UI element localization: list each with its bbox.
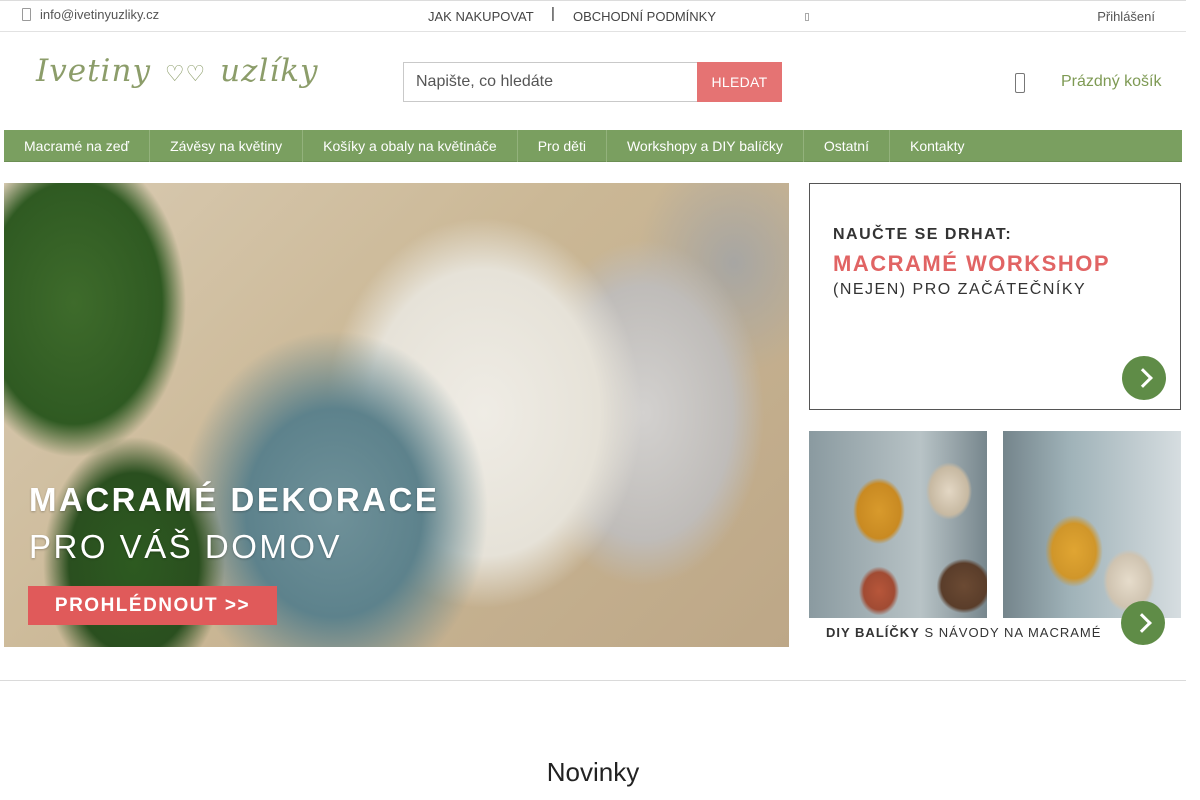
hero-subtitle: PRO VÁŠ DOMOV [29,528,343,565]
hero-banner[interactable]: MACRAMÉ DEKORACE PRO VÁŠ DOMOV PROHLÉDNO… [4,183,789,647]
hero-browse-button[interactable]: PROHLÉDNOUT >> [28,586,277,625]
promo-diy[interactable]: DIY BALÍČKY S NÁVODY NA MACRAMÉ [809,431,1181,647]
mail-icon [22,8,31,21]
nav-item-workshopy[interactable]: Workshopy a DIY balíčky [607,130,804,162]
search-form: HLEDAT [403,62,782,102]
top-bar: info@ivetinyuzliky.cz JAK NAKUPOVAT | OB… [0,0,1186,32]
small-icon [805,13,809,21]
arrow-right-icon[interactable] [1122,356,1166,400]
promo-diy-caption: DIY BALÍČKY S NÁVODY NA MACRAMÉ [826,625,1101,640]
arrow-right-icon[interactable] [1121,601,1165,645]
nav-item-pro-deti[interactable]: Pro děti [518,130,607,162]
nav-item-zavesy[interactable]: Závěsy na květiny [150,130,304,162]
promo-workshop-title: MACRAMÉ WORKSHOP [833,251,1110,276]
search-button[interactable]: HLEDAT [697,62,782,102]
cart-status[interactable]: Prázdný košík [1061,73,1161,91]
link-jak-nakupovat[interactable]: JAK NAKUPOVAT [428,9,534,24]
promo-diy-caption-rest: S NÁVODY NA MACRAMÉ [919,625,1102,640]
nav-item-kontakty[interactable]: Kontakty [890,130,984,162]
topbar-separator: | [551,5,555,22]
logo-text-2: uzlíky [220,53,319,89]
section-title: Novinky [546,757,640,787]
promo-diy-caption-bold: DIY BALÍČKY [826,625,920,640]
promo-workshop[interactable]: NAUČTE SE DRHAT: MACRAMÉ WORKSHOP (NEJEN… [809,183,1181,410]
cart-icon[interactable] [1015,73,1025,93]
promo-workshop-line3: (NEJEN) PRO ZAČÁTEČNÍKY [833,281,1087,298]
nav-item-ostatni[interactable]: Ostatní [804,130,890,162]
login-link[interactable]: Přihlášení [1097,9,1155,24]
nav-item-kosiky[interactable]: Košíky a obaly na květináče [303,130,518,162]
header: Ivetiny ♡♡ uzlíky HLEDAT Prázdný košík [0,32,1186,130]
promo-workshop-line1: NAUČTE SE DRHAT: [833,226,1013,243]
section-divider [0,680,1186,681]
nav-item-macrame-na-zed[interactable]: Macramé na zeď [4,130,151,162]
main-nav: Macramé na zeď Závěsy na květiny Košíky … [4,130,1182,162]
contact-email-text[interactable]: info@ivetinyuzliky.cz [40,7,159,22]
image-divider [987,431,1003,618]
hero-title: MACRAMÉ DEKORACE [29,481,440,518]
link-obchodni-podminky[interactable]: OBCHODNÍ PODMÍNKY [573,9,716,24]
contact-email[interactable]: info@ivetinyuzliky.cz [22,7,159,22]
logo-text-1: Ivetiny [36,53,151,89]
site-logo[interactable]: Ivetiny ♡♡ uzlíky [36,53,318,103]
search-input[interactable] [403,62,697,102]
logo-heart-icon: ♡♡ [164,62,207,87]
hero-image [4,183,789,647]
